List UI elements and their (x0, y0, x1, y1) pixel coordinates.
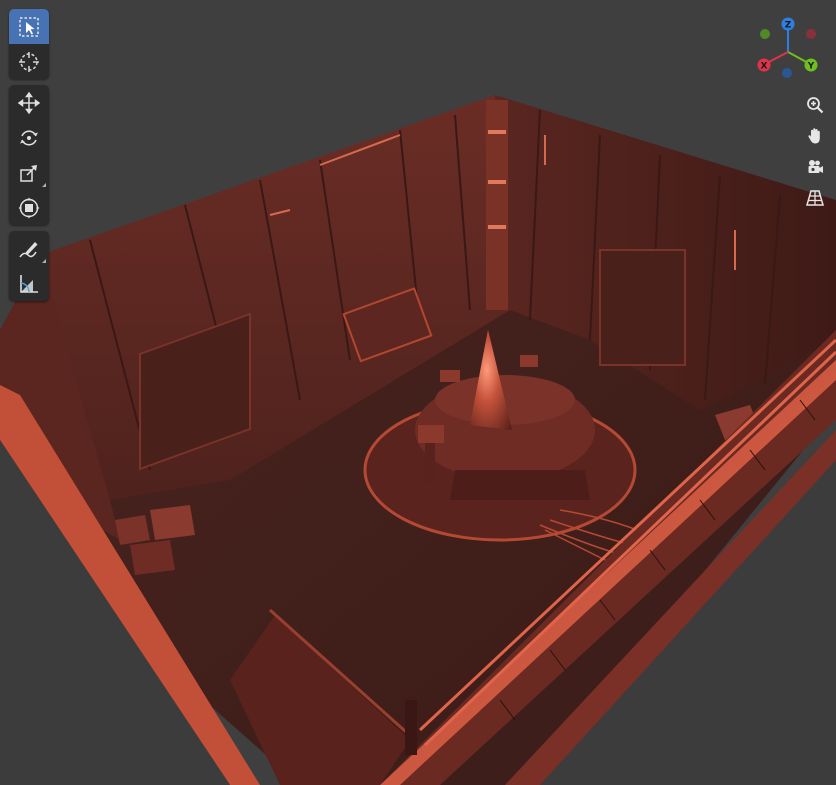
select-box-tool[interactable] (9, 9, 49, 44)
measure-tool[interactable] (9, 266, 49, 301)
neg-z-axis-handle[interactable] (782, 68, 792, 78)
grid-perspective-icon (806, 190, 824, 206)
transform-tools-group (9, 85, 49, 225)
annotate-tool[interactable] (9, 231, 49, 266)
scale-tool[interactable] (9, 155, 49, 190)
selection-tools-group (9, 9, 49, 79)
annotation-tools-group (9, 231, 49, 301)
scene-render (0, 95, 836, 785)
tool-shelf (9, 9, 49, 307)
camera-view-button[interactable] (800, 152, 830, 182)
move-tool[interactable] (9, 85, 49, 120)
camera-icon (808, 160, 823, 173)
rotate-icon (20, 129, 38, 146)
transform-icon (18, 197, 40, 218)
hand-pan-icon (808, 128, 820, 144)
cursor-icon (19, 51, 39, 72)
neg-y-axis-handle[interactable] (806, 29, 816, 39)
neg-x-axis-handle[interactable] (760, 29, 770, 39)
scale-icon (20, 164, 37, 182)
viewport-navigation (800, 90, 830, 214)
svg-text:X: X (761, 62, 768, 72)
perspective-toggle-button[interactable] (800, 183, 830, 213)
z-axis-handle[interactable]: Z (781, 17, 795, 31)
tool-options-indicator (42, 259, 46, 263)
transform-tool[interactable] (9, 190, 49, 225)
annotate-pencil-icon (19, 241, 38, 257)
rotate-tool[interactable] (9, 120, 49, 155)
3d-viewport[interactable]: Z Y X (0, 0, 836, 785)
svg-text:Z: Z (785, 21, 792, 31)
x-axis-handle[interactable]: X (757, 58, 771, 72)
zoom-in-icon (807, 97, 824, 114)
cursor-tool[interactable] (9, 44, 49, 79)
y-axis-handle[interactable]: Y (804, 58, 818, 72)
navigation-gizmo[interactable]: Z Y X (748, 14, 824, 84)
svg-text:Y: Y (807, 62, 815, 72)
measure-ruler-icon (20, 274, 38, 293)
move-icon (17, 91, 41, 114)
zoom-button[interactable] (800, 90, 830, 120)
select-box-icon (19, 16, 39, 37)
tool-options-indicator (42, 183, 46, 187)
pan-button[interactable] (800, 121, 830, 151)
